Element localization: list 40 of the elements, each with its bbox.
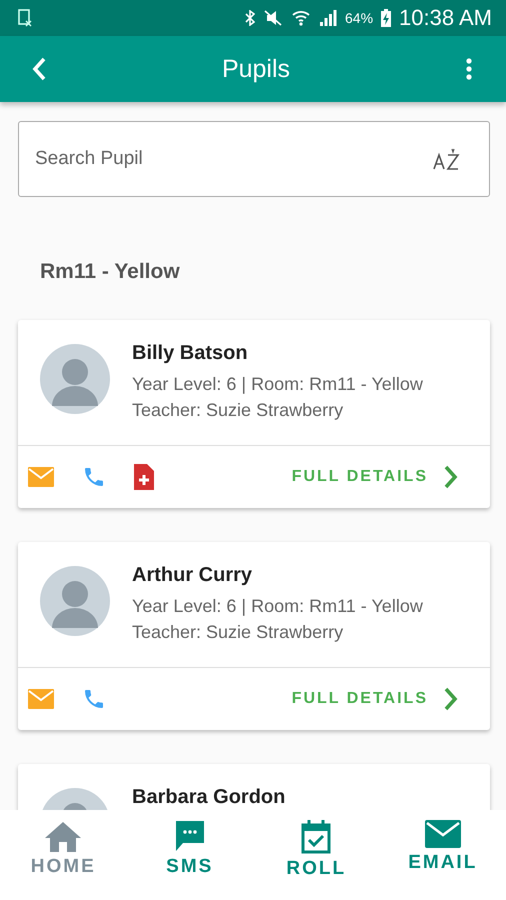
search-field[interactable]: Search Pupil bbox=[18, 121, 490, 197]
sim-icon bbox=[18, 9, 32, 27]
chevron-right-icon bbox=[444, 465, 458, 489]
screen-title: Pupils bbox=[222, 54, 290, 84]
email-icon bbox=[424, 820, 461, 848]
sort-az-icon[interactable] bbox=[432, 147, 462, 171]
avatar-icon bbox=[40, 566, 110, 636]
wifi-icon bbox=[291, 9, 312, 27]
nav-tab[interactable]: SMS bbox=[134, 820, 245, 878]
pupil-name: Billy Batson bbox=[132, 342, 249, 365]
home-icon bbox=[43, 820, 84, 852]
email-icon[interactable] bbox=[28, 689, 54, 709]
chevron-right-icon bbox=[444, 687, 458, 711]
chat-icon bbox=[174, 820, 205, 852]
full-details-link[interactable]: FULL DETAILS bbox=[292, 465, 458, 489]
teacher-name: Teacher: Suzie Strawberry bbox=[132, 399, 344, 422]
more-options-icon[interactable] bbox=[466, 58, 472, 80]
nav-tab[interactable]: EMAIL bbox=[388, 820, 498, 874]
teacher-name: Teacher: Suzie Strawberry bbox=[132, 621, 344, 644]
avatar-icon bbox=[40, 344, 110, 414]
nav-tab[interactable]: HOME bbox=[8, 820, 118, 878]
medical-file-icon[interactable] bbox=[134, 464, 154, 490]
clock-time: 10:38 AM bbox=[399, 5, 492, 31]
pupil-class-info: Year Level: 6 | Room: Rm11 - Yellow bbox=[132, 373, 423, 396]
pupil-name: Arthur Curry bbox=[132, 564, 254, 587]
mute-icon bbox=[263, 10, 284, 26]
bluetooth-icon bbox=[245, 10, 256, 26]
full-details-link[interactable]: FULL DETAILS bbox=[292, 687, 458, 711]
nav-tab[interactable]: ROLL bbox=[261, 820, 372, 880]
battery-charging-icon bbox=[381, 9, 392, 27]
back-icon[interactable] bbox=[32, 57, 46, 81]
phone-icon[interactable] bbox=[82, 465, 106, 489]
phone-icon[interactable] bbox=[82, 687, 106, 711]
pupil-class-info: Year Level: 6 | Room: Rm11 - Yellow bbox=[132, 595, 423, 618]
calendar-check-icon bbox=[301, 820, 332, 854]
section-heading: Rm11 - Yellow bbox=[40, 260, 181, 284]
email-icon[interactable] bbox=[28, 467, 54, 487]
pupil-name: Barbara Gordon bbox=[132, 786, 286, 809]
battery-percent: 64% bbox=[345, 10, 374, 26]
signal-icon bbox=[319, 10, 338, 26]
